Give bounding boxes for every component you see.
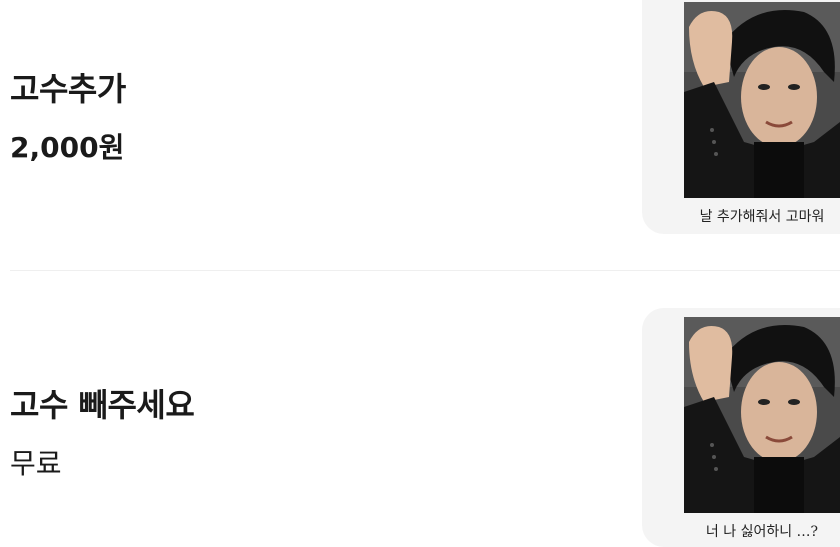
option-title: 고수 빼주세요	[10, 386, 195, 424]
menu-option-remove-cilantro[interactable]: 고수 빼주세요 무료 너 나 싫어하니 …?	[0, 272, 840, 547]
divider	[10, 270, 840, 271]
portrait-photo	[684, 317, 840, 513]
option-title: 고수추가	[10, 70, 126, 108]
menu-option-add-cilantro[interactable]: 고수추가 2,000원 날 추가해줘서 고마워	[0, 0, 840, 270]
option-thumbnail: 날 추가해줘서 고마워	[642, 0, 840, 234]
menu-option-list: 고수추가 2,000원 날 추가해줘서 고마워 고수 빼주세요 무료 너 나 싫…	[0, 0, 840, 547]
portrait-photo	[684, 2, 840, 198]
option-price: 2,000원	[10, 131, 125, 164]
photo-caption: 너 나 싫어하니 …?	[705, 524, 819, 540]
option-thumbnail: 너 나 싫어하니 …?	[642, 308, 840, 547]
option-price: 무료	[10, 447, 62, 480]
photo-caption: 날 추가해줘서 고마워	[699, 209, 825, 225]
